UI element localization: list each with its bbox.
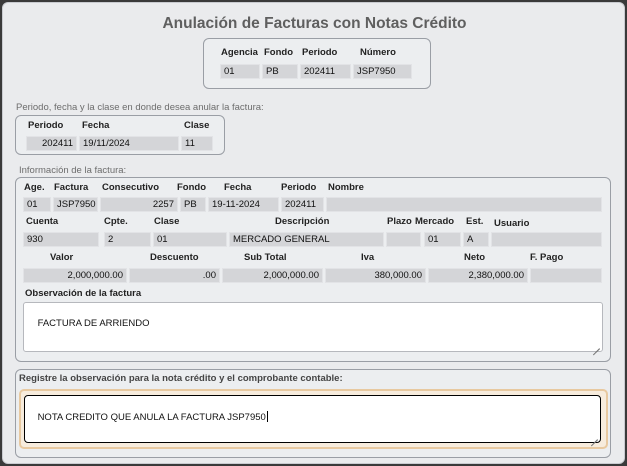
annul-clase-input[interactable]: 11	[181, 136, 213, 151]
resize-grip-icon[interactable]	[592, 341, 600, 349]
inv-header-descripcion: Descripción	[275, 216, 330, 227]
annul-header-fecha: Fecha	[82, 120, 110, 131]
inv-header-cuenta: Cuenta	[26, 216, 59, 227]
agencia-field[interactable]: 01	[220, 64, 260, 79]
inv-subtotal-field[interactable]: 2,000,000.00	[222, 268, 323, 283]
credit-note-label: Registre la observación para la nota cré…	[19, 373, 343, 384]
credit-note-text: NOTA CREDITO QUE ANULA LA FACTURA JSP795…	[37, 412, 266, 423]
inv-header-fondo: Fondo	[177, 182, 207, 193]
inv-periodo-field[interactable]: 202411	[281, 197, 324, 212]
inv-cpte-field[interactable]: 2	[104, 232, 151, 247]
inv-plazo-field[interactable]	[386, 232, 421, 247]
inv-header-cpte: Cpte.	[104, 216, 128, 227]
header-agencia: Agencia	[221, 47, 258, 58]
inv-valor-field[interactable]: 2,000,000.00	[23, 268, 127, 283]
text-cursor	[266, 411, 268, 422]
inv-header-factura: Factura	[54, 182, 89, 193]
inv-usuario-field[interactable]	[491, 232, 602, 247]
page-title: Anulación de Facturas con Notas Crédito	[162, 15, 467, 32]
inv-descripcion-field[interactable]: MERCADO GENERAL	[229, 232, 384, 247]
inv-header-fecha: Fecha	[224, 182, 252, 193]
inv-header-age: Age.	[24, 182, 45, 193]
inv-header-usuario: Usuario	[494, 218, 530, 229]
inv-est-field[interactable]: A	[463, 232, 489, 247]
invoice-observation-text: FACTURA DE ARRIENDO	[37, 318, 150, 329]
inv-consecutivo-field[interactable]: 2257	[100, 197, 178, 212]
inv-header-fpago: F. Pago	[530, 252, 564, 263]
inv-neto-field[interactable]: 2,380,000.00	[428, 268, 528, 283]
inv-obs-label: Observación de la factura	[25, 288, 142, 299]
annul-section-label: Periodo, fecha y la clase en donde desea…	[16, 102, 264, 113]
invoice-section-label: Información de la factura:	[19, 165, 127, 176]
inv-header-consecutivo: Consecutivo	[102, 182, 160, 193]
inv-descuento-field[interactable]: .00	[129, 268, 220, 283]
dialog-window: Anulación de Facturas con Notas Crédito …	[2, 2, 625, 464]
annul-fecha-input[interactable]: 19/11/2024	[79, 136, 179, 151]
inv-age-field[interactable]: 01	[23, 197, 51, 212]
inv-fecha-field[interactable]: 19-11-2024	[208, 197, 279, 212]
periodo-field[interactable]: 202411	[300, 64, 351, 79]
inv-header-clase: Clase	[154, 216, 180, 227]
inv-nombre-field[interactable]	[326, 197, 602, 212]
inv-header-valor: Valor	[50, 252, 74, 263]
inv-header-mercado: Mercado	[415, 216, 455, 227]
annul-header-periodo: Periodo	[28, 120, 64, 131]
annul-header-clase: Clase	[184, 120, 210, 131]
invoice-observation-textarea[interactable]: FACTURA DE ARRIENDO	[23, 302, 603, 352]
inv-fpago-field[interactable]	[530, 268, 602, 283]
inv-header-iva: Iva	[361, 252, 375, 263]
inv-header-neto: Neto	[464, 252, 486, 263]
inv-mercado-field[interactable]: 01	[424, 232, 461, 247]
inv-header-est: Est.	[466, 216, 484, 227]
inv-cuenta-field[interactable]: 930	[23, 232, 99, 247]
inv-clase-field[interactable]: 01	[153, 232, 227, 247]
inv-header-nombre: Nombre	[328, 182, 364, 193]
header-periodo: Periodo	[302, 47, 338, 58]
credit-note-textarea[interactable]: NOTA CREDITO QUE ANULA LA FACTURA JSP795…	[24, 395, 601, 443]
annul-periodo-input[interactable]: 202411	[26, 136, 77, 151]
header-fondo: Fondo	[264, 47, 294, 58]
inv-iva-field[interactable]: 380,000.00	[325, 268, 426, 283]
inv-factura-field[interactable]: JSP7950	[53, 197, 98, 212]
numero-field[interactable]: JSP7950	[353, 64, 412, 79]
fondo-field[interactable]: PB	[262, 64, 298, 79]
inv-header-subtotal: Sub Total	[244, 252, 287, 263]
inv-header-periodo: Periodo	[281, 182, 317, 193]
resize-grip-icon[interactable]	[590, 432, 598, 440]
header-numero: Número	[360, 47, 396, 58]
inv-header-plazo: Plazo	[387, 216, 412, 227]
inv-header-descuento: Descuento	[150, 252, 199, 263]
inv-fondo-field[interactable]: PB	[180, 197, 206, 212]
